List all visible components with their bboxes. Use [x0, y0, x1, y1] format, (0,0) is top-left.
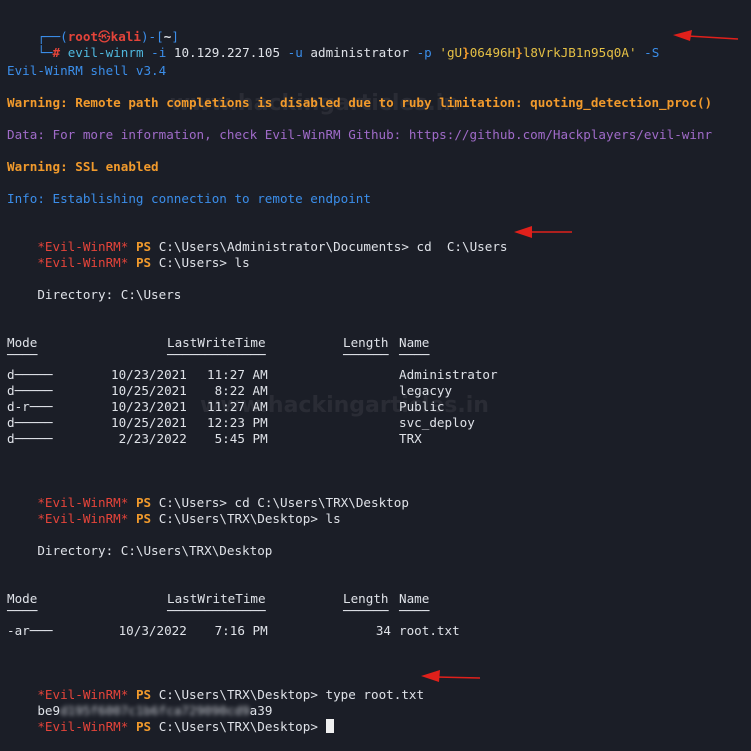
ps-prompt-line: *Evil-WinRM* PS C:\Users\TRX\Desktop> ls [37, 511, 341, 526]
row-mode: d───── [7, 431, 53, 446]
row-date: 10/25/2021 [111, 415, 187, 430]
annotation-arrow-icon [421, 670, 481, 682]
directory-heading: Directory: C:\Users [7, 287, 182, 302]
underline-mode: ──── [7, 603, 38, 618]
row-date: 10/3/2022 [111, 623, 187, 638]
row-time: 8:22 AM [207, 383, 268, 398]
row-name: TRX [399, 431, 422, 446]
row-time: 11:27 AM [207, 399, 268, 414]
underline-length: ────── [343, 347, 389, 362]
row-mode: d-r─── [7, 399, 53, 414]
ps-prompt-line: *Evil-WinRM* PS C:\Users> cd C:\Users\TR… [37, 495, 409, 510]
row-name: legacyy [399, 383, 453, 398]
row-time: 11:27 AM [207, 367, 268, 382]
kali-command-line: └─# evil-winrm -i 10.129.227.105 -u admi… [37, 45, 660, 60]
ps-prompt-line: *Evil-WinRM* PS C:\Users> ls [37, 255, 250, 270]
warning-ssl: Warning: SSL enabled [7, 159, 159, 174]
terminal-window[interactable]: www.hackingarticles.in www.hackingarticl… [0, 0, 751, 734]
row-length: 34 [375, 623, 391, 638]
row-name: Public [399, 399, 445, 414]
row-date: 10/23/2021 [111, 399, 187, 414]
row-name: root.txt [399, 623, 460, 638]
command-name: evil-winrm [67, 45, 144, 60]
ps-prompt-line: *Evil-WinRM* PS C:\Users\TRX\Desktop> ty… [37, 687, 425, 702]
row-mode: d───── [7, 367, 53, 382]
row-date: 10/23/2021 [111, 367, 187, 382]
root-flag-output: be9d195f6007c1b6fca729090cd9a39 [37, 703, 273, 718]
text-cursor [325, 719, 334, 733]
row-time: 12:23 PM [207, 415, 268, 430]
row-time: 5:45 PM [207, 431, 268, 446]
row-name: svc_deploy [399, 415, 475, 430]
underline-lwt: ───────────── [167, 603, 266, 618]
directory-heading: Directory: C:\Users\TRX\Desktop [7, 543, 273, 558]
underline-length: ────── [343, 603, 389, 618]
row-mode: -ar─── [7, 623, 53, 638]
underline-lwt: ───────────── [167, 347, 266, 362]
row-date: 2/23/2022 [111, 431, 187, 446]
data-github-info: Data: For more information, check Evil-W… [7, 127, 713, 142]
underline-mode: ──── [7, 347, 38, 362]
row-mode: d───── [7, 415, 53, 430]
ps-prompt-active[interactable]: *Evil-WinRM* PS C:\Users\TRX\Desktop> [7, 703, 334, 734]
row-mode: d───── [7, 383, 53, 398]
underline-name: ──── [399, 603, 430, 618]
warning-path-completion: Warning: Remote path completions is disa… [7, 95, 713, 110]
shell-version: Evil-WinRM shell v3.4 [7, 63, 167, 78]
row-date: 10/25/2021 [111, 383, 187, 398]
row-time: 7:16 PM [207, 623, 268, 638]
row-name: Administrator [399, 367, 498, 382]
info-connection: Info: Establishing connection to remote … [7, 191, 371, 206]
annotation-arrow-icon [514, 226, 572, 238]
underline-name: ──── [399, 347, 430, 362]
kali-prompt-header: ┌──(root㉿kali)-[~] [37, 29, 179, 44]
annotation-arrow-icon [673, 30, 739, 41]
ps-prompt-line: *Evil-WinRM* PS C:\Users\Administrator\D… [37, 239, 508, 254]
